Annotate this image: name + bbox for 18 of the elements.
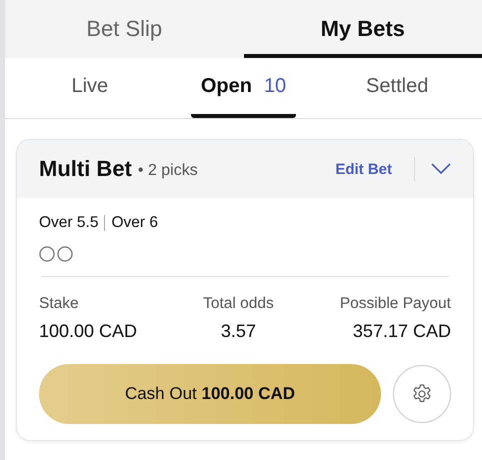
selection-label: Over 5.5 bbox=[39, 214, 98, 232]
stat-value: 100.00 CAD bbox=[39, 321, 138, 342]
stat-label: Total odds bbox=[203, 295, 274, 313]
tab[interactable]: Live bbox=[37, 58, 143, 118]
stat-value: 3.57 bbox=[220, 321, 256, 342]
pick-count: • 2 picks bbox=[138, 161, 198, 180]
tab[interactable]: Settled bbox=[344, 58, 450, 118]
selection-label: Over 6 bbox=[111, 214, 158, 232]
chevron-icon[interactable] bbox=[431, 163, 451, 175]
cash-out-button[interactable]: Cash Out 100.00 CAD bbox=[39, 364, 381, 424]
edit-bet-link[interactable]: Edit Bet bbox=[335, 160, 392, 178]
stat-label: Possible Payout bbox=[340, 295, 451, 313]
stat-label: Stake bbox=[39, 295, 80, 313]
bet-title: Multi Bet bbox=[39, 156, 132, 182]
stat-value: 357.17 CAD bbox=[352, 321, 451, 342]
bet-count: 10 bbox=[264, 75, 286, 97]
tab[interactable]: My Bets bbox=[244, 0, 482, 58]
tab[interactable]: Bet Slip bbox=[5, 0, 244, 58]
